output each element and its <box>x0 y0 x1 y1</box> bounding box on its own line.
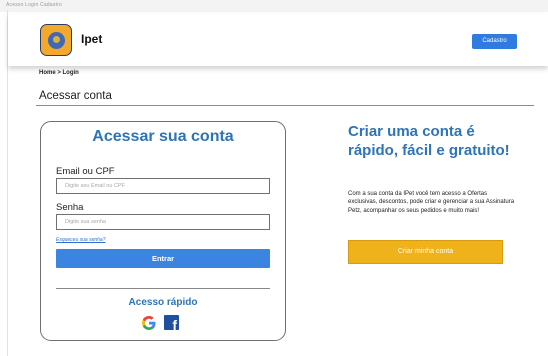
browser-strip-text: Acesso Login Cadastro <box>6 2 62 8</box>
brand-name[interactable]: Ipet <box>81 32 102 46</box>
forgot-password-link[interactable]: Esqueceu sua senha? <box>56 237 105 243</box>
email-field[interactable]: Digite seu Email ou CPF <box>56 178 270 194</box>
password-field[interactable]: Digite sua senha <box>56 214 270 230</box>
browser-top-strip: Acesso Login Cadastro <box>0 0 548 12</box>
heading-divider <box>36 105 534 106</box>
google-icon[interactable] <box>141 315 157 331</box>
password-label: Senha <box>56 202 84 213</box>
ipet-logo[interactable] <box>40 24 72 56</box>
promo-description: Com a sua conta da IPet você tem acesso … <box>348 191 515 214</box>
breadcrumb[interactable]: Home > Login <box>39 70 79 76</box>
login-title: Acessar sua conta <box>92 128 234 145</box>
logo-dot-icon <box>53 36 60 43</box>
login-card: Acessar sua conta Email ou CPF Digite se… <box>40 121 286 341</box>
facebook-icon[interactable]: f <box>164 315 179 332</box>
email-label: Email ou CPF <box>56 166 115 177</box>
quick-access-title: Acesso rápido <box>128 297 198 308</box>
page-title: Acessar conta <box>39 90 112 102</box>
signup-button[interactable]: Cadastro <box>472 34 517 49</box>
site-header: Ipet Cadastro <box>8 14 548 66</box>
create-account-button[interactable]: Criar minha conta <box>348 240 503 264</box>
card-divider <box>56 288 270 289</box>
enter-button[interactable]: Entrar <box>56 249 270 268</box>
promo-title: Criar uma conta é rápido, fácil e gratui… <box>348 123 510 159</box>
